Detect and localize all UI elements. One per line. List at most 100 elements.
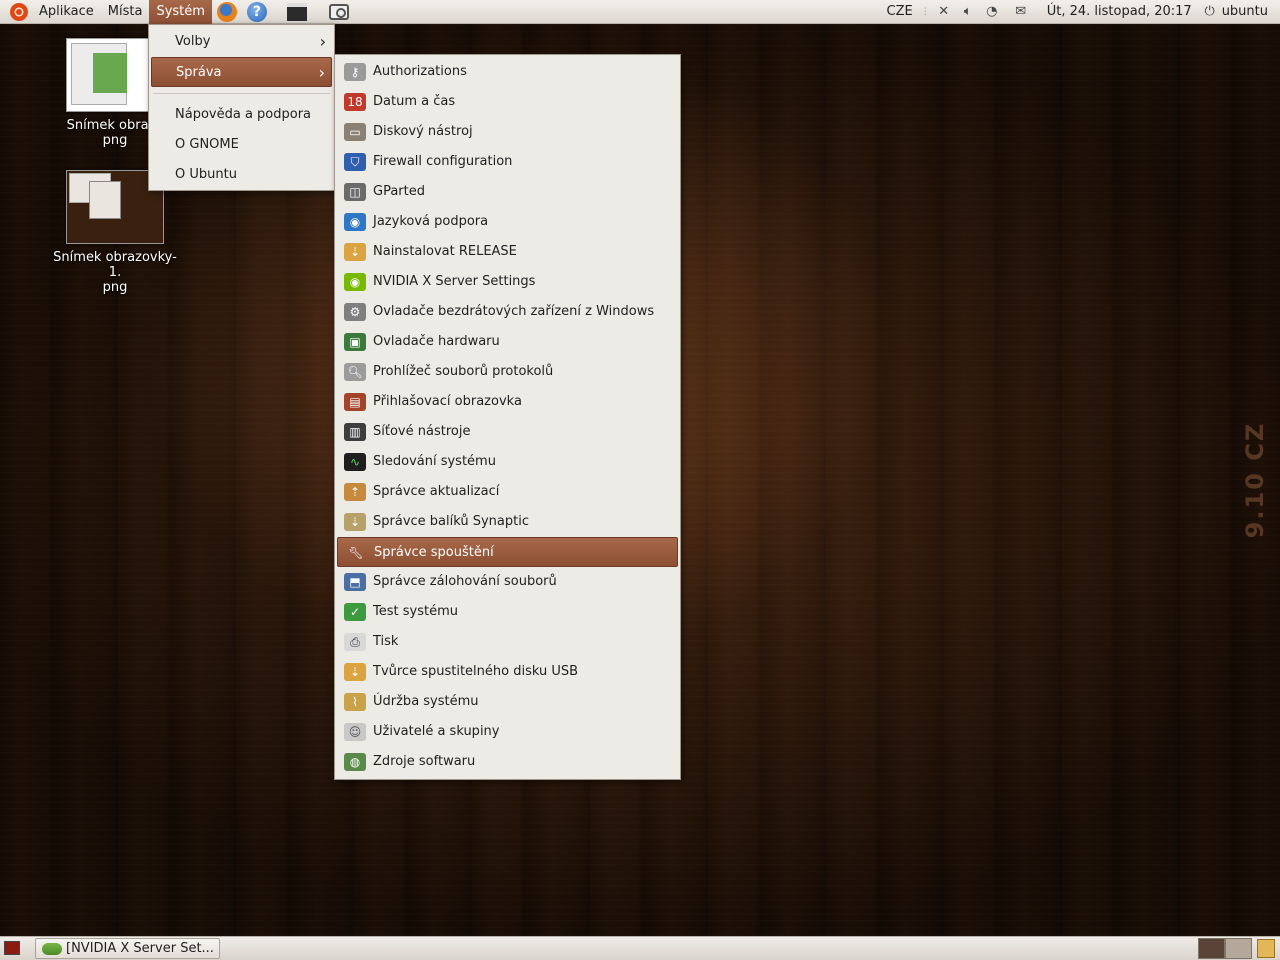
ubuntu-logo-icon[interactable] <box>10 2 28 21</box>
clock[interactable]: Út, 24. listopad, 20:17 <box>1041 4 1198 19</box>
menu-item-datum-a-cas[interactable]: 18 Datum a čas <box>337 87 678 117</box>
menu-aplikace[interactable]: Aplikace <box>32 0 101 24</box>
menu-item-label: Síťové nástroje <box>373 424 471 439</box>
menu-item-label: Nápověda a podpora <box>175 107 312 122</box>
menu-item-label: Authorizations <box>373 64 467 79</box>
help-icon: ? <box>246 1 267 22</box>
menu-item-label: Správa <box>176 65 222 80</box>
menu-item-jazykova-podpora[interactable]: ◉ Jazyková podpora <box>337 207 678 237</box>
menu-item-label: Diskový nástroj <box>373 124 473 139</box>
workspace-1[interactable] <box>1198 938 1225 959</box>
file-label-ext: png <box>102 280 128 295</box>
menu-item-udrzba-systemu[interactable]: ⌇ Údržba systému <box>337 687 678 717</box>
menu-item-label: Údržba systému <box>373 694 479 709</box>
menu-item-firewall[interactable]: ⛉ Firewall configuration <box>337 147 678 177</box>
camera-icon <box>328 3 349 20</box>
menu-item-label: Zdroje softwaru <box>373 754 476 769</box>
synaptic-icon: ⇣ <box>344 513 366 531</box>
keyboard-layout-indicator[interactable]: CZE <box>881 4 919 19</box>
users-icon: ☺ <box>344 723 366 741</box>
menu-item-synaptic[interactable]: ⇣ Správce balíků Synaptic <box>337 507 678 537</box>
mail-icon[interactable]: ✉ <box>1012 3 1030 21</box>
network-tools-icon: ▥ <box>344 423 366 441</box>
chevron-right-icon: › <box>318 63 325 82</box>
menu-item-label: Jazyková podpora <box>373 214 489 229</box>
shield-icon: ⛉ <box>344 153 366 171</box>
menu-item-label: O GNOME <box>175 137 239 152</box>
firefox-launcher[interactable] <box>216 1 238 23</box>
menu-item-prihlasovaci-obrazovka[interactable]: ▤ Přihlašovací obrazovka <box>337 387 678 417</box>
firefox-icon <box>216 1 237 22</box>
volume-icon[interactable]: 🔈︎ <box>959 3 977 21</box>
menu-item-usb-creator[interactable]: ⇣ Tvůrce spustitelného disku USB <box>337 657 678 687</box>
menu-item-spravce-aktualizaci[interactable]: ⇡ Správce aktualizací <box>337 477 678 507</box>
broom-icon: ⌇ <box>344 693 366 711</box>
menu-system[interactable]: Systém <box>149 0 212 24</box>
help-launcher[interactable]: ? <box>246 1 268 23</box>
menu-item-tisk[interactable]: ⎙ Tisk <box>337 627 678 657</box>
menu-item-nainstalovat[interactable]: ⇣ Nainstalovat RELEASE <box>337 237 678 267</box>
power-icon[interactable]: ⏻ <box>1201 3 1219 21</box>
menu-item-ovladace-bezdratovych[interactable]: ⚙ Ovladače bezdrátových zařízení z Window… <box>337 297 678 327</box>
system-menu: Volby › Správa › Nápověda a podpora O GN… <box>148 24 335 191</box>
update-manager-icon: ⇡ <box>344 483 366 501</box>
menu-item-label: Tisk <box>373 634 399 649</box>
network-icon[interactable]: ✕ <box>935 3 953 21</box>
menu-item-prohlizec-protokolu[interactable]: 🔍︎ Prohlížeč souborů protokolů <box>337 357 678 387</box>
menu-item-label: GParted <box>373 184 425 199</box>
clapperboard-icon <box>286 2 307 21</box>
menu-item-diskovy-nastroj[interactable]: ▭ Diskový nástroj <box>337 117 678 147</box>
menu-item-zdroje-softwaru[interactable]: ◍ Zdroje softwaru <box>337 747 678 777</box>
menu-item-label: Ovladače bezdrátových zařízení z Windows <box>373 304 655 319</box>
menu-item-volby[interactable]: Volby › <box>151 27 332 57</box>
bottom-panel: [NVIDIA X Server Set... <box>0 936 1280 960</box>
language-icon: ◉ <box>344 213 366 231</box>
keys-icon: ⚷ <box>344 63 366 81</box>
sprava-submenu: ⚷ Authorizations 18 Datum a čas ▭ Diskový n… <box>334 54 681 780</box>
menu-item-sitove-nastroje[interactable]: ▥ Síťové nástroje <box>337 417 678 447</box>
menu-item-nvidia[interactable]: ◉ NVIDIA X Server Settings <box>337 267 678 297</box>
menu-item-sledovani-systemu[interactable]: ∿ Sledování systému <box>337 447 678 477</box>
menu-item-label: Tvůrce spustitelného disku USB <box>373 664 579 679</box>
taskbar-button-nvidia[interactable]: [NVIDIA X Server Set... <box>35 938 220 959</box>
menu-item-label: Sledování systému <box>373 454 496 469</box>
menu-item-test-systemu[interactable]: ✓ Test systému <box>337 597 678 627</box>
menu-item-gparted[interactable]: ◫ GParted <box>337 177 678 207</box>
menu-item-spravce-spousteni[interactable]: 🔧︎ Správce spouštění <box>337 537 678 567</box>
menu-item-authorizations[interactable]: ⚷ Authorizations <box>337 57 678 87</box>
menu-item-label: Přihlašovací obrazovka <box>373 394 522 409</box>
menu-item-o-gnome[interactable]: O GNOME <box>151 130 332 160</box>
menu-mista[interactable]: Místa <box>101 0 150 24</box>
panel-separator: ⋮ <box>920 6 930 17</box>
top-panel: Aplikace Místa Systém ? CZE ⋮ ✕ 🔈︎ ◔ ✉ Ú… <box>0 0 1280 24</box>
screenshot-launcher[interactable] <box>328 1 350 23</box>
nvidia-icon <box>42 943 62 955</box>
menu-item-label: Prohlížeč souborů protokolů <box>373 364 554 379</box>
menu-item-spravce-zalohovani[interactable]: ⬒ Správce zálohování souborů <box>337 567 678 597</box>
file-label: Snímek obrazovky-1. <box>53 250 177 280</box>
workspace-2[interactable] <box>1225 938 1252 959</box>
menu-item-o-ubuntu[interactable]: O Ubuntu <box>151 160 332 190</box>
menu-item-label: NVIDIA X Server Settings <box>373 274 536 289</box>
movie-player-launcher[interactable] <box>286 1 308 23</box>
trash-icon[interactable] <box>1257 939 1275 958</box>
menu-item-label: Správce balíků Synaptic <box>373 514 529 529</box>
menu-item-label: Datum a čas <box>373 94 456 109</box>
menu-item-label: Správce zálohování souborů <box>373 574 557 589</box>
hardware-driver-icon: ▣ <box>344 333 366 351</box>
menu-item-label: Správce aktualizací <box>373 484 500 499</box>
chevron-right-icon: › <box>319 32 326 51</box>
menu-item-uzivatele-a-skupiny[interactable]: ☺ Uživatelé a skupiny <box>337 717 678 747</box>
menu-item-napoveda[interactable]: Nápověda a podpora <box>151 100 332 130</box>
login-screen-icon: ▤ <box>344 393 366 411</box>
taskbar-button-label: [NVIDIA X Server Set... <box>66 941 214 956</box>
menu-separator <box>153 93 330 94</box>
menu-item-ovladace-hardwaru[interactable]: ▣ Ovladače hardwaru <box>337 327 678 357</box>
user-menu[interactable]: ubuntu <box>1222 4 1280 19</box>
show-desktop-button[interactable] <box>4 941 20 955</box>
usb-creator-icon: ⇣ <box>344 663 366 681</box>
system-test-icon: ✓ <box>344 603 366 621</box>
update-notifier-icon[interactable]: ◔ <box>983 3 1001 21</box>
menu-item-label: O Ubuntu <box>175 167 237 182</box>
menu-item-sprava[interactable]: Správa › <box>151 57 332 87</box>
